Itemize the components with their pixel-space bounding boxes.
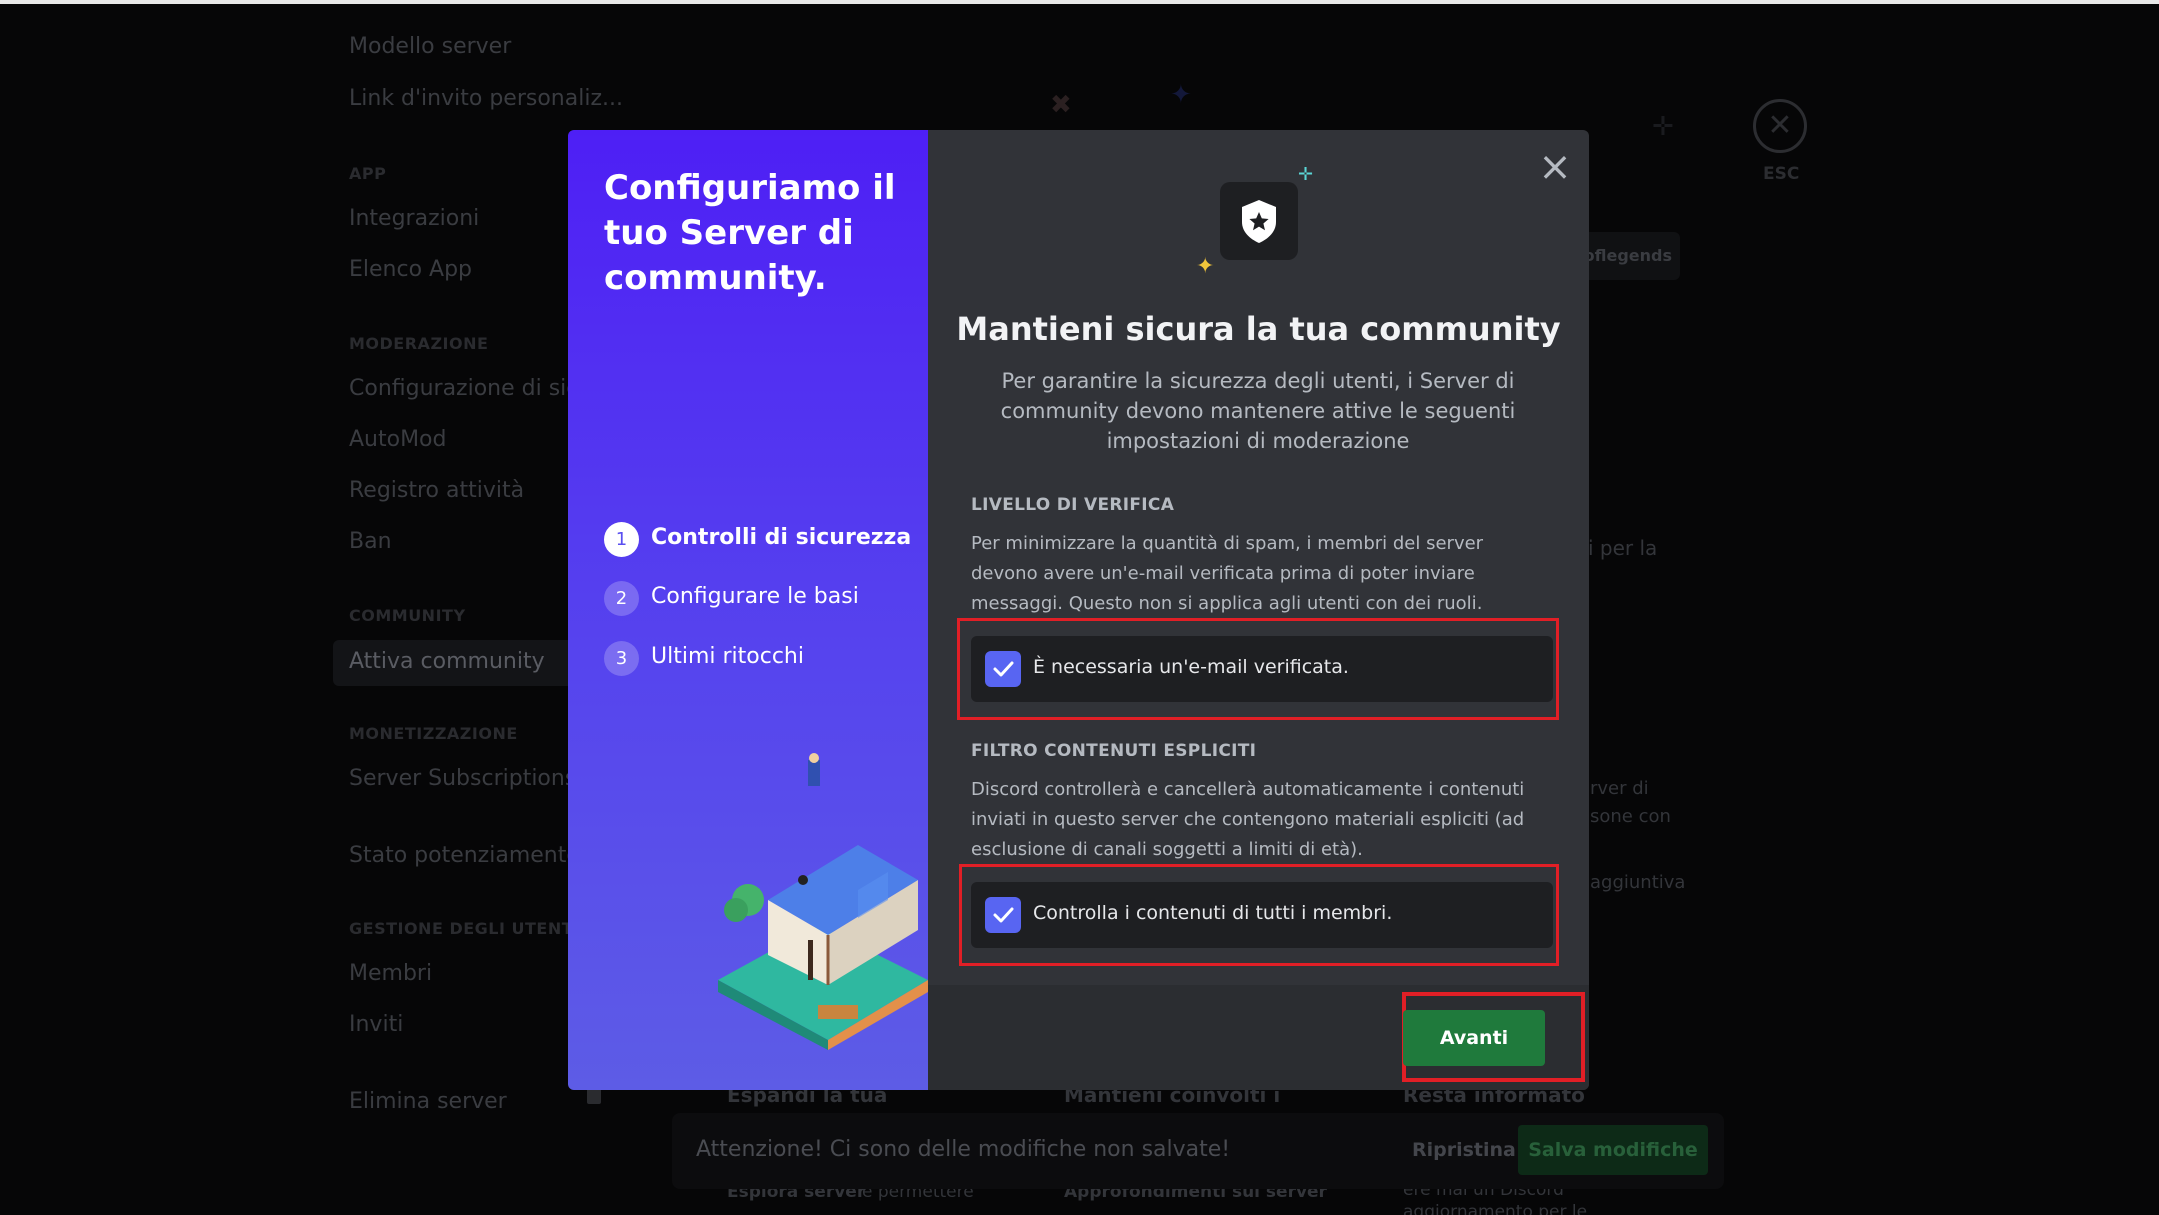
sidebar-item-label: Attiva community bbox=[349, 649, 545, 674]
sidebar-item-members[interactable]: Membri bbox=[349, 961, 432, 986]
sidebar-item-vanity-link[interactable]: Link d'invito personaliz... bbox=[349, 86, 623, 111]
shield-icon-container bbox=[1220, 182, 1298, 260]
modal-subtitle: Per garantire la sicurezza degli utenti,… bbox=[1000, 369, 1516, 453]
step-number: 3 bbox=[604, 641, 639, 676]
unsaved-changes-message: Attenzione! Ci sono delle modifiche non … bbox=[696, 1137, 1231, 1162]
scan-all-members-checkbox[interactable] bbox=[985, 897, 1021, 933]
sidebar-item-boost-status[interactable]: Stato potenziamento bbox=[349, 843, 580, 868]
sidebar-category-community: COMMUNITY bbox=[349, 606, 466, 625]
sidebar-category-app: APP bbox=[349, 164, 387, 183]
sparkle-icon: ✛ bbox=[1652, 112, 1674, 142]
modal-title: Mantieni sicura la tua community bbox=[956, 310, 1561, 348]
bg-text-fragment: aggiornamento per le bbox=[1403, 1202, 1588, 1215]
content-filter-header: FILTRO CONTENUTI ESPLICITI bbox=[971, 741, 1257, 761]
modal-heading: Configuriamo il tuo Server di community. bbox=[604, 168, 896, 298]
decor-x-icon: ✖ bbox=[1050, 90, 1072, 120]
sidebar-item-bans[interactable]: Ban bbox=[349, 529, 392, 554]
verified-email-checkbox[interactable] bbox=[985, 651, 1021, 687]
bg-text-fragment: aggiuntiva bbox=[1590, 872, 1686, 893]
verified-email-option[interactable]: È necessaria un'e-mail verificata. bbox=[971, 636, 1553, 702]
sidebar-item-delete-server[interactable]: Elimina server bbox=[349, 1089, 507, 1114]
content-filter-description: Discord controllerà e cancellerà automat… bbox=[971, 779, 1525, 860]
step-label: Controlli di sicurezza bbox=[651, 525, 912, 550]
sidebar-item-server-subscriptions[interactable]: Server Subscriptions bbox=[349, 766, 576, 791]
modal-sidebar: Configuriamo il tuo Server di community.… bbox=[568, 130, 928, 1090]
sidebar-item-server-template[interactable]: Modello server bbox=[349, 34, 511, 59]
step-number: 2 bbox=[604, 581, 639, 616]
sparkle-icon: ✦ bbox=[1196, 254, 1215, 279]
scan-all-members-label: Controlla i contenuti di tutti i membri. bbox=[1033, 902, 1393, 924]
unsaved-changes-bar: Attenzione! Ci sono delle modifiche non … bbox=[672, 1113, 1724, 1189]
step-number: 1 bbox=[604, 522, 639, 557]
esc-label: ESC bbox=[1763, 164, 1800, 184]
bg-text-fragment: rver di bbox=[1590, 778, 1649, 799]
bg-text-fragment: sone con bbox=[1590, 806, 1671, 827]
sidebar-category-moderation: MODERAZIONE bbox=[349, 334, 489, 353]
save-changes-button[interactable]: Salva modifiche bbox=[1518, 1125, 1708, 1175]
close-settings-icon[interactable]: ✕ bbox=[1753, 99, 1807, 153]
verified-email-label: È necessaria un'e-mail verificata. bbox=[1033, 656, 1349, 678]
step-label: Ultimi ritocchi bbox=[651, 644, 804, 669]
sidebar-item-enable-community[interactable]: Attiva community bbox=[333, 640, 603, 686]
scan-all-members-option[interactable]: Controlla i contenuti di tutti i membri. bbox=[971, 882, 1553, 948]
modal-content: × ✛ ✦ Mantieni sicura la tua community P… bbox=[928, 130, 1589, 1090]
community-setup-modal: Configuriamo il tuo Server di community.… bbox=[568, 130, 1589, 1090]
checkmark-icon bbox=[993, 907, 1014, 923]
shield-star-icon bbox=[1242, 200, 1276, 243]
sidebar-category-monetization: MONETIZZAZIONE bbox=[349, 724, 518, 743]
sidebar-item-app-directory[interactable]: Elenco App bbox=[349, 257, 472, 282]
verification-level-header: LIVELLO DI VERIFICA bbox=[971, 495, 1175, 515]
community-house-illustration bbox=[718, 753, 928, 1050]
bg-text-fragment: i per la bbox=[1588, 536, 1658, 560]
next-button[interactable]: Avanti bbox=[1403, 1010, 1545, 1066]
step-label: Configurare le basi bbox=[651, 584, 859, 609]
close-icon[interactable]: × bbox=[1538, 147, 1572, 187]
sidebar-category-user-management: GESTIONE DEGLI UTENTI bbox=[349, 919, 580, 938]
sidebar-item-automod[interactable]: AutoMod bbox=[349, 427, 447, 452]
decor-figure-icon: ✦ bbox=[1170, 80, 1192, 110]
sparkle-icon: ✛ bbox=[1298, 164, 1314, 185]
checkmark-icon bbox=[993, 661, 1014, 677]
sidebar-item-audit-log[interactable]: Registro attività bbox=[349, 478, 524, 503]
sidebar-item-integrations[interactable]: Integrazioni bbox=[349, 206, 479, 231]
verification-level-description: Per minimizzare la quantità di spam, i m… bbox=[971, 533, 1484, 614]
reset-button[interactable]: Ripristina bbox=[1412, 1139, 1516, 1161]
sidebar-item-invites[interactable]: Inviti bbox=[349, 1012, 403, 1037]
trash-icon bbox=[587, 1088, 601, 1104]
